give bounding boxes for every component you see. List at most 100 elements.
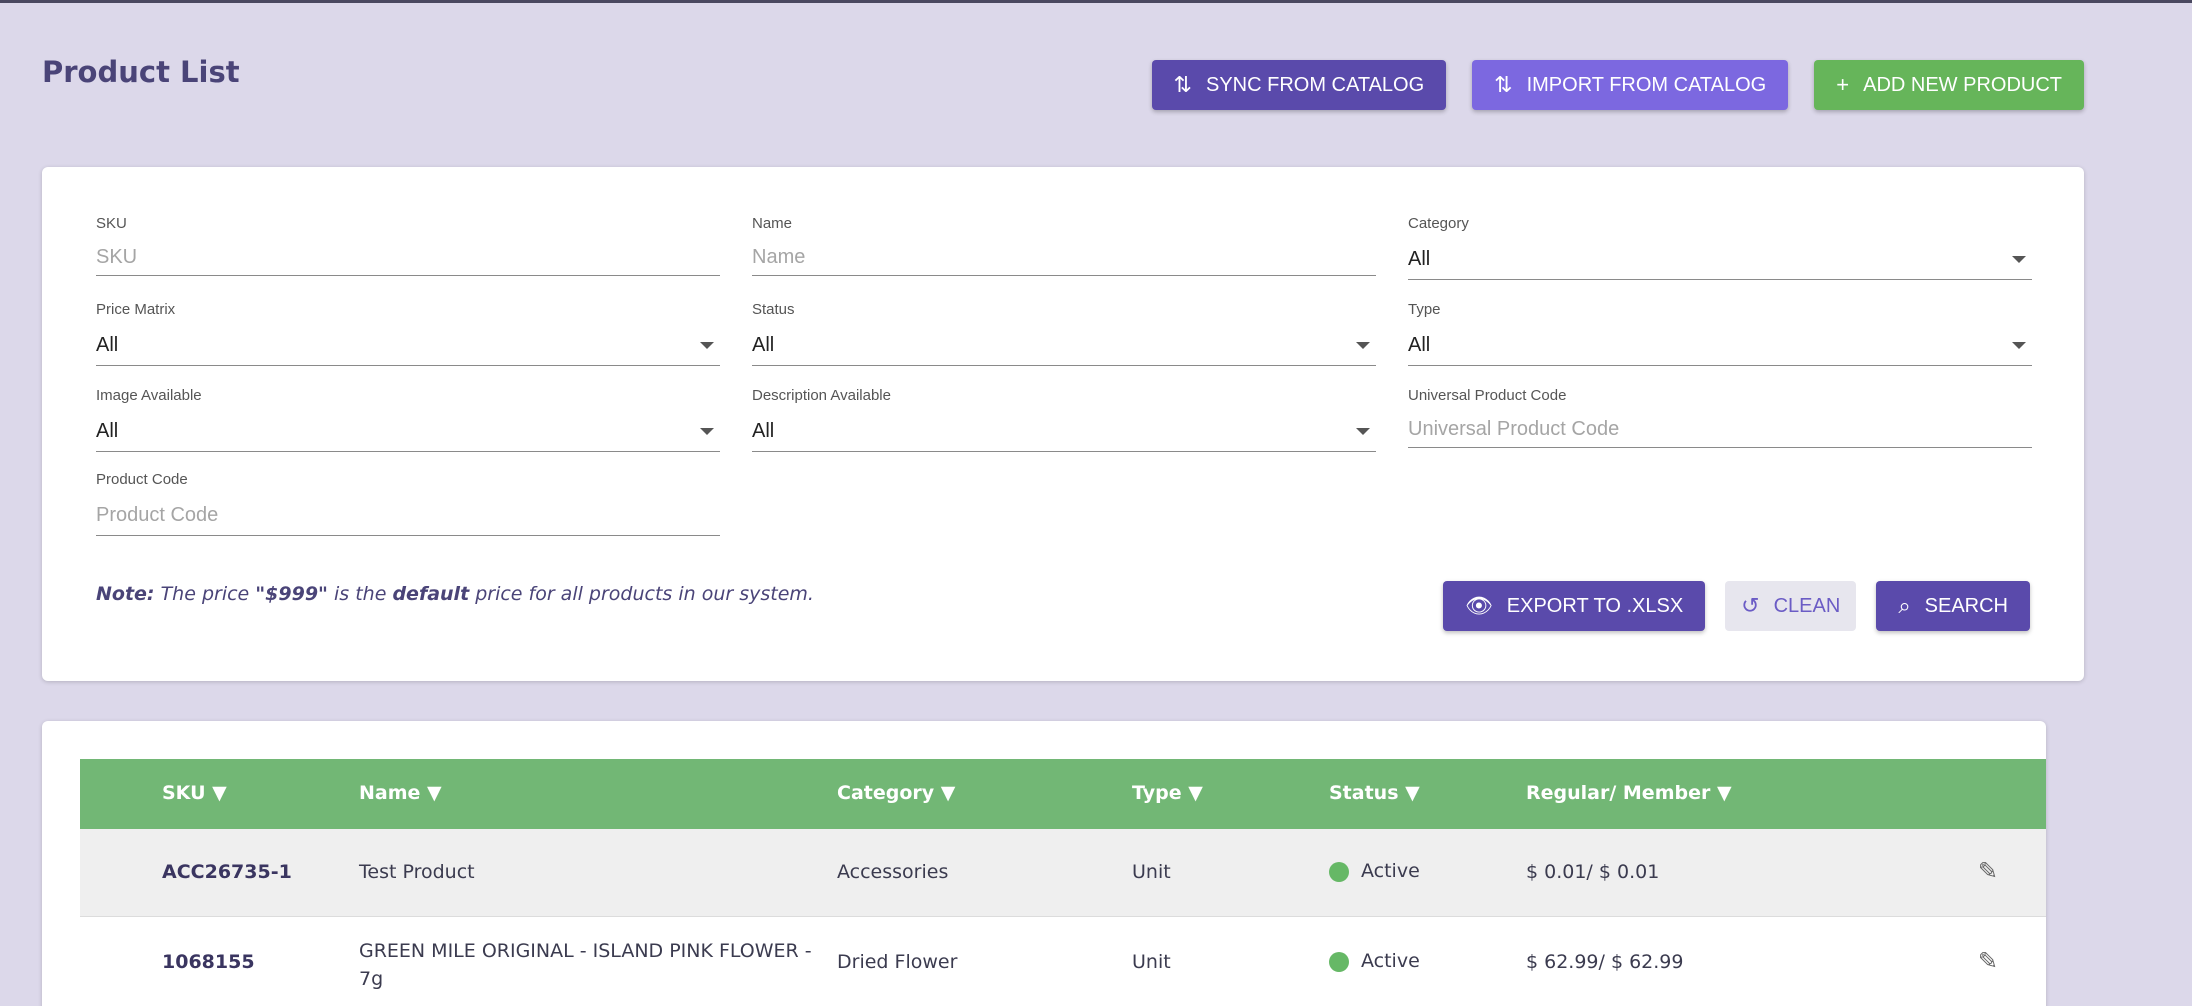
search-label: SEARCH [1924,594,2008,617]
category-value: All [1408,248,1431,270]
name-filter: Name [752,215,1376,276]
swap-vertical-icon: ⇅ [1494,72,1513,97]
description-available-value: All [752,420,775,442]
column-name[interactable]: Name ▼ [359,782,442,804]
price-matrix-label: Price Matrix [96,301,176,318]
product-code-filter: Product Code [96,471,720,536]
row-type: Unit [1132,951,1171,973]
row-name: Test Product [359,861,475,883]
import-label: IMPORT FROM CATALOG [1526,73,1767,96]
price-matrix-select[interactable]: All [96,326,720,366]
sync-label: SYNC FROM CATALOG [1205,73,1425,96]
category-label: Category [1408,215,1469,232]
row-status: Active [1329,860,1420,882]
chevron-down-icon [2012,342,2026,349]
image-available-select[interactable]: All [96,412,720,452]
chevron-down-icon [700,428,714,435]
column-category[interactable]: Category ▼ [837,782,955,804]
row-name: GREEN MILE ORIGINAL - ISLAND PINK FLOWER… [359,937,812,993]
add-label: ADD NEW PRODUCT [1863,73,2062,96]
clean-button[interactable]: ↺ CLEAN [1725,581,1857,631]
category-select[interactable]: All [1408,240,2032,280]
type-filter: Type All [1408,301,2032,366]
image-available-label: Image Available [96,387,202,404]
image-available-filter: Image Available All [96,387,720,452]
upc-input[interactable] [1408,418,2032,441]
status-select[interactable]: All [752,326,1376,366]
sku-input[interactable] [96,246,720,269]
status-value: All [752,334,775,356]
type-label: Type [1408,301,1441,318]
export-label: EXPORT TO .XLSX [1506,594,1684,617]
description-available-filter: Description Available All [752,387,1376,452]
type-select[interactable]: All [1408,326,2032,366]
filter-panel: SKU Name Category All Price Matrix All S… [42,167,2084,681]
chevron-down-icon [1356,428,1370,435]
plus-icon: + [1836,72,1850,97]
row-price: $ 62.99/ $ 62.99 [1526,951,1684,973]
column-sku[interactable]: SKU ▼ [162,782,227,804]
row-category: Accessories [837,861,949,883]
status-dot-icon [1329,951,1349,972]
row-name-line-1: GREEN MILE ORIGINAL - ISLAND PINK FLOWER… [359,940,812,962]
history-icon: ↺ [1741,593,1760,618]
price-matrix-filter: Price Matrix All [96,301,720,366]
row-sku: ACC26735-1 [162,861,292,883]
search-icon: ⌕ [1898,593,1911,618]
column-status[interactable]: Status ▼ [1329,782,1420,804]
upc-filter: Universal Product Code [1408,387,2032,448]
clean-label: CLEAN [1773,594,1841,617]
name-input[interactable] [752,246,1376,269]
note-prefix: Note: [96,583,155,605]
sku-label: SKU [96,215,127,232]
chevron-down-icon [700,342,714,349]
sync-from-catalog-button[interactable]: ⇅ SYNC FROM CATALOG [1151,60,1447,110]
status-dot-icon [1329,861,1349,882]
image-available-value: All [96,420,119,442]
table-header: SKU ▼ Name ▼ Category ▼ Type ▼ Status ▼ … [80,759,2046,829]
table-row[interactable]: 1068155 GREEN MILE ORIGINAL - ISLAND PIN… [80,917,2046,1006]
eye-icon: 👁 [1464,593,1493,618]
chevron-down-icon [1356,342,1370,349]
status-filter: Status All [752,301,1376,366]
note-bold: default [392,583,470,605]
import-from-catalog-button[interactable]: ⇅ IMPORT FROM CATALOG [1472,60,1789,110]
status-label: Status [752,301,795,318]
export-xlsx-button[interactable]: 👁 EXPORT TO .XLSX [1442,581,1706,631]
row-category: Dried Flower [837,951,958,973]
add-new-product-button[interactable]: + ADD NEW PRODUCT [1814,60,2084,110]
row-name-line-2: 7g [359,968,384,990]
product-table: SKU ▼ Name ▼ Category ▼ Type ▼ Status ▼ … [80,759,2046,1006]
sku-filter: SKU [96,215,720,276]
column-price[interactable]: Regular/ Member ▼ [1526,782,1732,804]
table-row[interactable]: ACC26735-1 Test Product Accessories Unit… [80,829,2046,917]
column-type[interactable]: Type ▼ [1132,782,1203,804]
note-price: "$999" [255,583,328,605]
row-sku: 1068155 [162,951,255,973]
header-actions: ⇅ SYNC FROM CATALOG ⇅ IMPORT FROM CATALO… [1151,60,2084,110]
search-button[interactable]: ⌕ SEARCH [1876,581,2030,631]
note-text-2: is the [327,583,393,605]
row-status-label: Active [1361,950,1420,972]
chevron-down-icon [2012,256,2026,263]
price-matrix-value: All [96,334,119,356]
row-type: Unit [1132,861,1171,883]
description-available-select[interactable]: All [752,412,1376,452]
note-text-3: price for all products in our system. [469,583,814,605]
pencil-icon[interactable]: ✎ [1978,947,1998,975]
pencil-icon[interactable]: ✎ [1978,857,1998,885]
page-title: Product List [42,55,240,89]
type-value: All [1408,334,1431,356]
product-table-card: SKU ▼ Name ▼ Category ▼ Type ▼ Status ▼ … [42,721,2046,1006]
filter-actions: 👁 EXPORT TO .XLSX ↺ CLEAN ⌕ SEARCH [1442,581,2030,631]
product-code-input[interactable] [96,504,720,527]
price-note: Note: The price "$999" is the default pr… [96,583,814,605]
upc-label: Universal Product Code [1408,387,1567,404]
product-code-label: Product Code [96,471,188,488]
note-text-1: The price [154,583,256,605]
row-status: Active [1329,950,1420,972]
swap-vertical-icon: ⇅ [1173,72,1192,97]
row-status-label: Active [1361,860,1420,882]
row-price: $ 0.01/ $ 0.01 [1526,861,1660,883]
name-label: Name [752,215,793,232]
